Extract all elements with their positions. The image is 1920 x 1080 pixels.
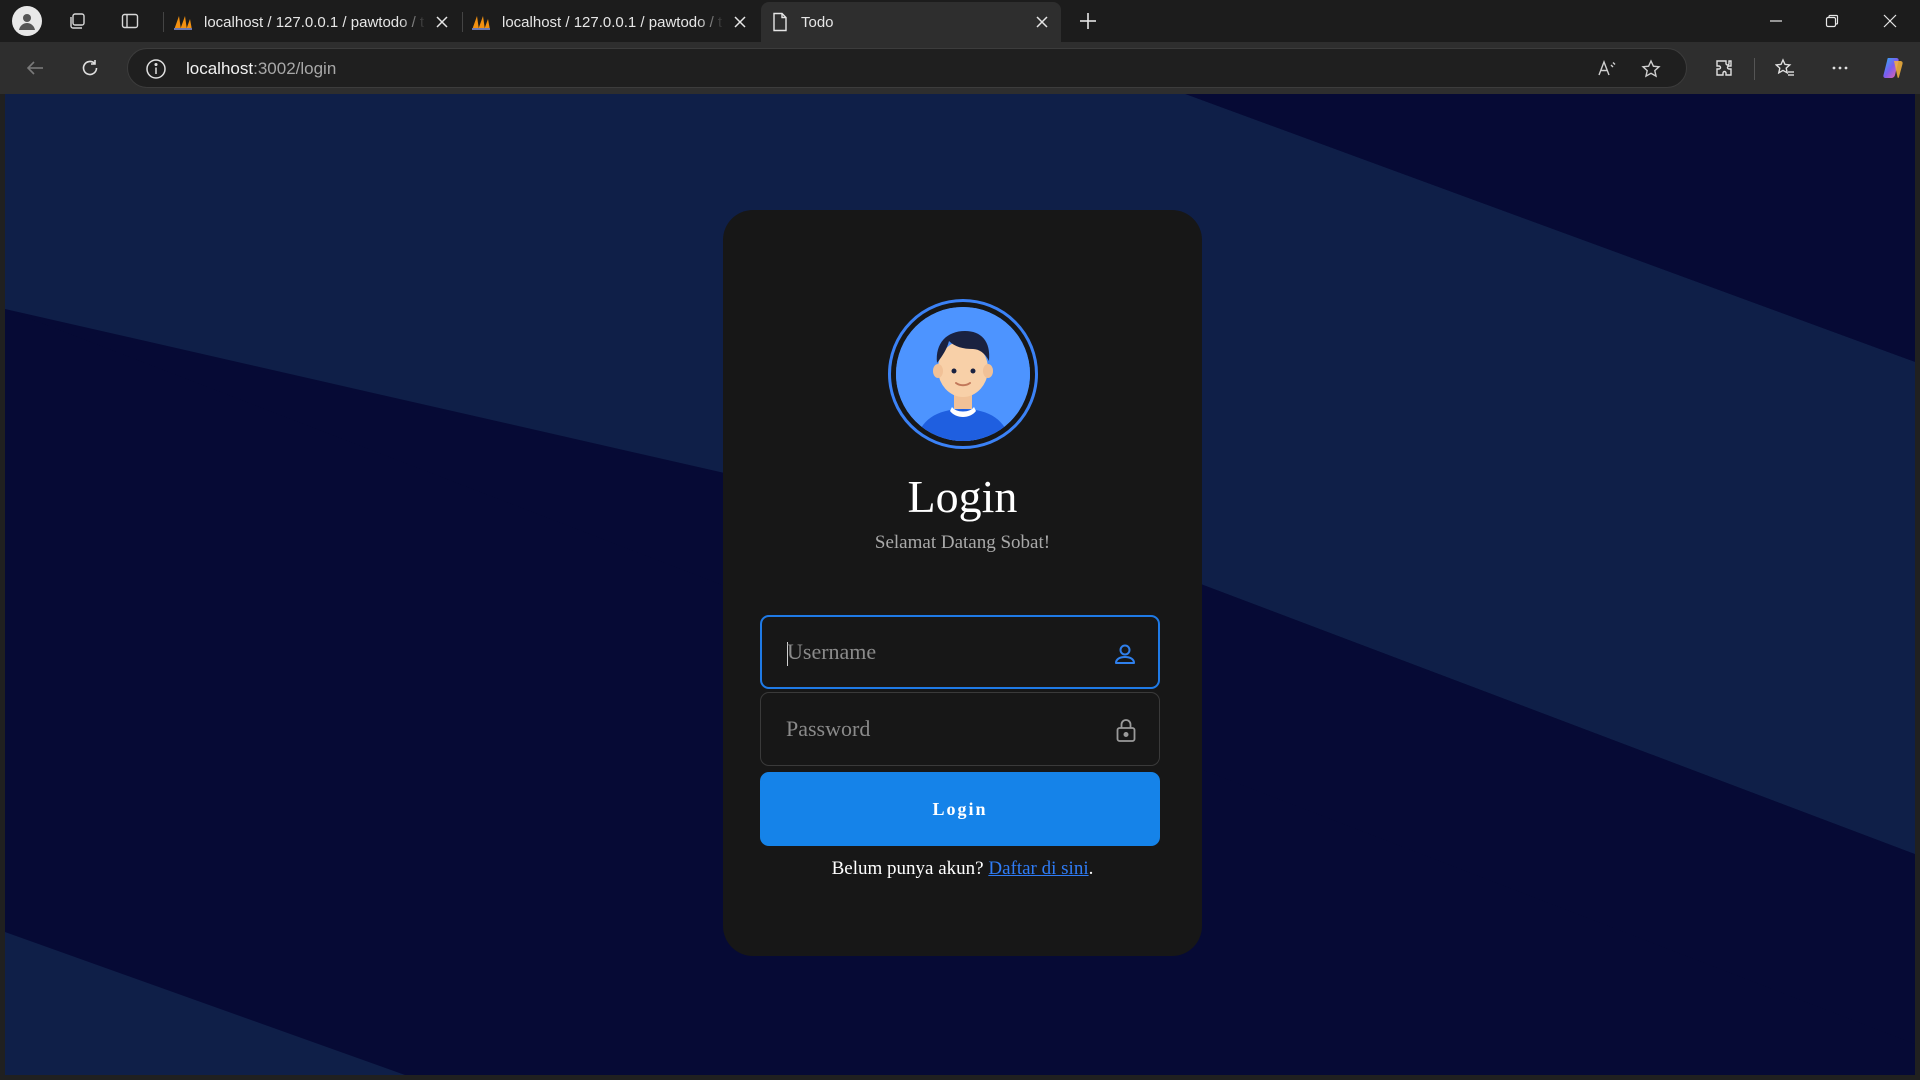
signup-link[interactable]: Daftar di sini — [988, 858, 1088, 879]
profile-avatar-icon[interactable] — [12, 6, 42, 36]
back-arrow-icon[interactable] — [20, 53, 50, 83]
login-card: Login Selamat Datang Sobat! Login Belum … — [723, 210, 1202, 956]
extensions-icon[interactable] — [1709, 53, 1739, 83]
favorite-star-icon[interactable] — [1640, 58, 1662, 80]
username-input[interactable] — [787, 617, 1107, 687]
refresh-icon[interactable] — [75, 53, 105, 83]
welcome-subtitle: Selamat Datang Sobat! — [874, 532, 1051, 553]
user-icon — [1115, 644, 1135, 664]
new-tab-icon[interactable] — [1073, 6, 1103, 36]
tab-strip: localhost / 127.0.0.1 / pawtodo / t loca… — [0, 0, 1920, 42]
favorites-icon[interactable] — [1770, 53, 1800, 83]
lock-icon — [1116, 719, 1136, 742]
tab-phpmyadmin-2[interactable]: localhost / 127.0.0.1 / pawtodo / t — [462, 4, 759, 40]
password-input[interactable] — [786, 693, 1106, 765]
url-path: :3002/login — [253, 59, 337, 78]
page-icon — [773, 12, 787, 32]
address-bar[interactable]: localhost:3002/login — [127, 48, 1687, 88]
workspaces-icon[interactable] — [62, 6, 92, 36]
minimize-icon[interactable] — [1748, 0, 1804, 42]
tab-phpmyadmin-1[interactable]: localhost / 127.0.0.1 / pawtodo / t — [164, 4, 461, 40]
more-options-icon[interactable] — [1825, 53, 1855, 83]
user-avatar — [888, 299, 1038, 449]
close-tab-icon[interactable] — [731, 13, 749, 31]
copilot-icon[interactable] — [1878, 53, 1908, 83]
tab-title: localhost / 127.0.0.1 / pawtodo / t — [204, 13, 425, 31]
login-button[interactable]: Login — [760, 772, 1160, 846]
navigation-bar: localhost:3002/login — [0, 42, 1920, 94]
username-field[interactable] — [760, 615, 1160, 689]
password-field[interactable] — [760, 692, 1160, 766]
close-window-icon[interactable] — [1862, 0, 1918, 42]
signup-suffix: . — [1088, 858, 1094, 879]
close-tab-icon[interactable] — [433, 13, 451, 31]
phpmyadmin-icon — [472, 16, 490, 30]
tab-title: localhost / 127.0.0.1 / pawtodo / t — [502, 13, 723, 31]
page-title: Login — [907, 471, 1018, 522]
user-avatar-icon — [896, 307, 1030, 441]
tab-todo[interactable]: Todo — [761, 2, 1061, 42]
url-host: localhost — [186, 59, 254, 78]
page-viewport: Login Selamat Datang Sobat! Login Belum … — [5, 94, 1915, 1075]
phpmyadmin-icon — [174, 16, 192, 30]
close-tab-icon[interactable] — [1033, 13, 1051, 31]
tab-title: Todo — [801, 13, 834, 31]
restore-icon[interactable] — [1804, 0, 1860, 42]
read-aloud-icon[interactable] — [1596, 58, 1618, 80]
site-info-icon[interactable] — [145, 58, 167, 80]
vertical-tabs-icon[interactable] — [115, 6, 145, 36]
toolbar-separator — [1754, 58, 1755, 80]
signup-prompt: Belum punya akun? Daftar di sini. — [723, 858, 1202, 880]
signup-prompt-text: Belum punya akun? — [831, 858, 989, 879]
url-text[interactable]: localhost:3002/login — [186, 59, 336, 79]
